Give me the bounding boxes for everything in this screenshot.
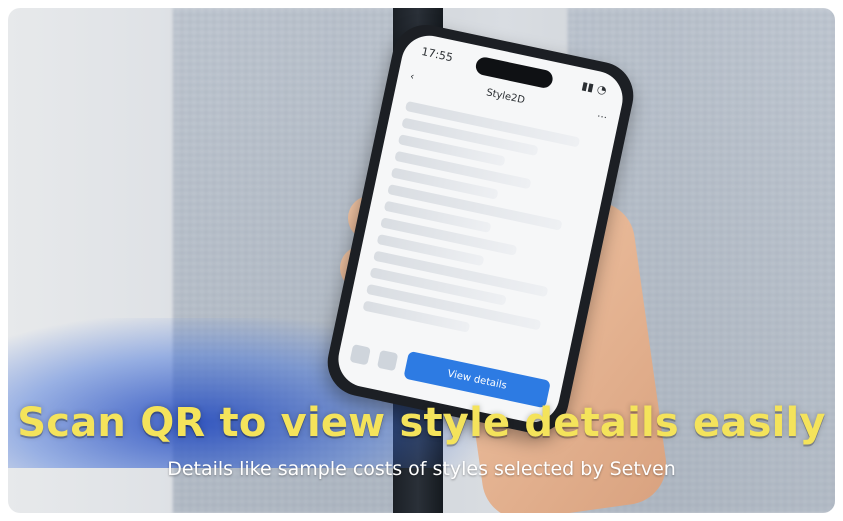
phone-time: 17:55	[420, 44, 455, 64]
home-icon[interactable]	[349, 344, 371, 366]
back-icon[interactable]: ‹	[409, 71, 415, 83]
caption-subline: Details like sample costs of styles sele…	[167, 458, 676, 480]
screen-title: Style2D	[485, 86, 526, 106]
video-frame: 17:55 ▮▮ ◔ ‹ Style2D ⋯ View details Scan…	[8, 8, 835, 513]
style-details-list	[362, 94, 601, 354]
share-icon[interactable]	[376, 349, 399, 372]
status-icons: ▮▮ ◔	[580, 78, 608, 97]
caption-headline: Scan QR to view style details easily	[17, 400, 826, 446]
more-icon[interactable]: ⋯	[596, 110, 608, 123]
video-captions: Scan QR to view style details easily Det…	[8, 400, 835, 480]
